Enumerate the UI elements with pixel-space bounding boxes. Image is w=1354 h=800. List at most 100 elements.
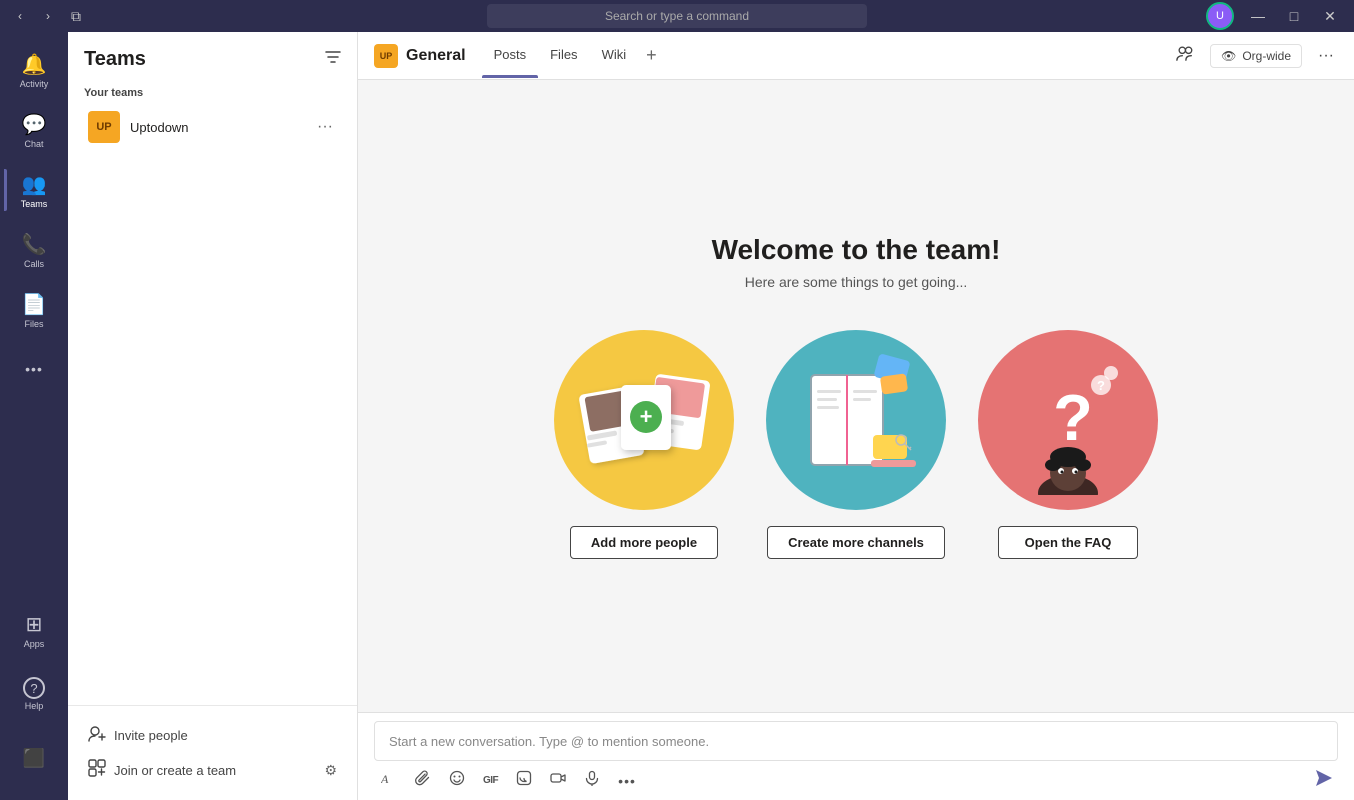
sidebar-item-help[interactable]: ? Help <box>4 664 64 724</box>
sidebar-item-label: Calls <box>24 259 44 269</box>
back-button[interactable]: ‹ <box>8 4 32 28</box>
avatar[interactable]: U <box>1206 2 1234 30</box>
open-external-button[interactable]: ⧉ <box>64 4 88 28</box>
add-tab-button[interactable]: + <box>638 32 665 80</box>
more-tools-button[interactable]: ••• <box>615 770 639 792</box>
tab-wiki-label: Wiki <box>602 47 627 62</box>
svg-text:?: ? <box>1053 381 1093 454</box>
format-button[interactable]: A <box>378 767 400 794</box>
channel-tabs: Posts Files Wiki + <box>482 32 1173 80</box>
your-teams-label: Your teams <box>68 79 357 103</box>
join-icon <box>88 759 106 782</box>
filter-button[interactable] <box>325 49 341 70</box>
files-icon: 📄 <box>22 292 47 317</box>
more-icon: ••• <box>25 361 43 377</box>
channel-name: General <box>406 47 466 65</box>
window-controls: — □ ✕ <box>1242 0 1346 32</box>
team-more-button[interactable]: ··· <box>313 116 337 138</box>
tab-posts-label: Posts <box>494 47 527 62</box>
tab-files-label: Files <box>550 47 577 62</box>
activity-icon: 🔔 <box>22 52 47 77</box>
channel-header: UP General Posts Files Wiki + <box>358 32 1354 80</box>
action-cards: + <box>554 330 1158 559</box>
faq-card: ? ? <box>978 330 1158 559</box>
main-layout: 🔔 Activity 💬 Chat 👥 Teams 📞 Calls 📄 File… <box>0 32 1354 800</box>
device-icon: ⬛ <box>23 748 45 769</box>
sidebar-item-calls[interactable]: 📞 Calls <box>4 220 64 280</box>
sidebar-item-more[interactable]: ••• <box>4 340 64 400</box>
channel-body: Welcome to the team! Here are some thing… <box>358 80 1354 800</box>
attach-button[interactable] <box>412 767 434 794</box>
sidebar-item-files[interactable]: 📄 Files <box>4 280 64 340</box>
title-bar-nav: ‹ › ⧉ <box>0 4 88 28</box>
channel-more-button[interactable]: ··· <box>1314 43 1338 69</box>
message-placeholder: Start a new conversation. Type @ to ment… <box>389 734 709 749</box>
create-channels-illustration <box>766 330 946 510</box>
teams-icon: 👥 <box>22 172 47 197</box>
sidebar-item-chat[interactable]: 💬 Chat <box>4 100 64 160</box>
team-item[interactable]: UP Uptodown ··· <box>72 103 353 151</box>
sidebar-item-label: Activity <box>20 79 49 89</box>
invite-people-button[interactable]: Invite people <box>84 718 341 753</box>
search-input[interactable] <box>487 4 867 28</box>
join-label: Join or create a team <box>114 763 236 778</box>
gear-icon[interactable]: ⚙ <box>324 762 337 779</box>
sidebar: 🔔 Activity 💬 Chat 👥 Teams 📞 Calls 📄 File… <box>0 32 68 800</box>
close-button[interactable]: ✕ <box>1314 0 1346 32</box>
teams-header: Teams <box>68 32 357 79</box>
add-people-button[interactable]: Add more people <box>570 526 718 559</box>
join-create-button[interactable]: Join or create a team ⚙ <box>84 753 341 788</box>
message-input[interactable]: Start a new conversation. Type @ to ment… <box>374 721 1338 761</box>
sidebar-item-device[interactable]: ⬛ <box>4 728 64 788</box>
sidebar-item-apps[interactable]: ⊞ Apps <box>4 600 64 660</box>
open-faq-button[interactable]: Open the FAQ <box>998 526 1138 559</box>
sidebar-item-activity[interactable]: 🔔 Activity <box>4 40 64 100</box>
team-name: Uptodown <box>130 120 313 135</box>
send-button[interactable] <box>1314 768 1334 793</box>
teams-panel: Teams Your teams UP Uptodown ··· <box>68 32 358 800</box>
teams-title: Teams <box>84 48 146 71</box>
sticker-button[interactable] <box>513 767 535 794</box>
audio-button[interactable] <box>581 767 603 794</box>
title-bar-search <box>487 4 867 28</box>
channel-team-badge: UP <box>374 44 398 68</box>
teams-panel-bottom: Invite people Join or create a team ⚙ <box>68 705 357 800</box>
welcome-title: Welcome to the team! <box>554 234 1158 266</box>
forward-button[interactable]: › <box>36 4 60 28</box>
sidebar-bottom: ⊞ Apps ? Help ⬛ <box>4 600 64 800</box>
sidebar-item-label: Files <box>24 319 43 329</box>
sidebar-item-label: Teams <box>21 199 48 209</box>
video-button[interactable] <box>547 767 569 794</box>
org-wide-label: Org-wide <box>1242 49 1291 63</box>
tab-wiki[interactable]: Wiki <box>590 32 639 80</box>
eye-icon: 👁 <box>1221 49 1236 63</box>
apps-icon: ⊞ <box>26 612 43 637</box>
sidebar-item-label: Help <box>25 701 44 711</box>
message-area: Start a new conversation. Type @ to ment… <box>358 712 1354 800</box>
create-channels-card: Create more channels <box>766 330 946 559</box>
team-avatar: UP <box>88 111 120 143</box>
chat-icon: 💬 <box>22 112 47 137</box>
svg-text:?: ? <box>1097 378 1105 393</box>
gif-button[interactable]: GIF <box>480 772 501 789</box>
org-wide-button[interactable]: 👁 Org-wide <box>1210 44 1302 68</box>
faq-illustration: ? ? <box>978 330 1158 510</box>
emoji-button[interactable] <box>446 767 468 794</box>
minimize-button[interactable]: — <box>1242 0 1274 32</box>
create-channels-button[interactable]: Create more channels <box>767 526 945 559</box>
more-icon: ··· <box>1318 47 1334 64</box>
tab-posts[interactable]: Posts <box>482 32 539 80</box>
tab-files[interactable]: Files <box>538 32 589 80</box>
sidebar-item-teams[interactable]: 👥 Teams <box>4 160 64 220</box>
title-bar: ‹ › ⧉ U — □ ✕ <box>0 0 1354 32</box>
sidebar-item-label: Chat <box>24 139 43 149</box>
add-people-illustration: + <box>554 330 734 510</box>
add-people-card: + <box>554 330 734 559</box>
svg-text:+: + <box>640 404 653 429</box>
invite-icon <box>88 724 106 747</box>
invite-label: Invite people <box>114 728 188 743</box>
welcome-content: Welcome to the team! Here are some thing… <box>514 194 1198 599</box>
maximize-button[interactable]: □ <box>1278 0 1310 32</box>
welcome-subtitle: Here are some things to get going... <box>554 274 1158 290</box>
participants-button[interactable] <box>1172 40 1198 71</box>
